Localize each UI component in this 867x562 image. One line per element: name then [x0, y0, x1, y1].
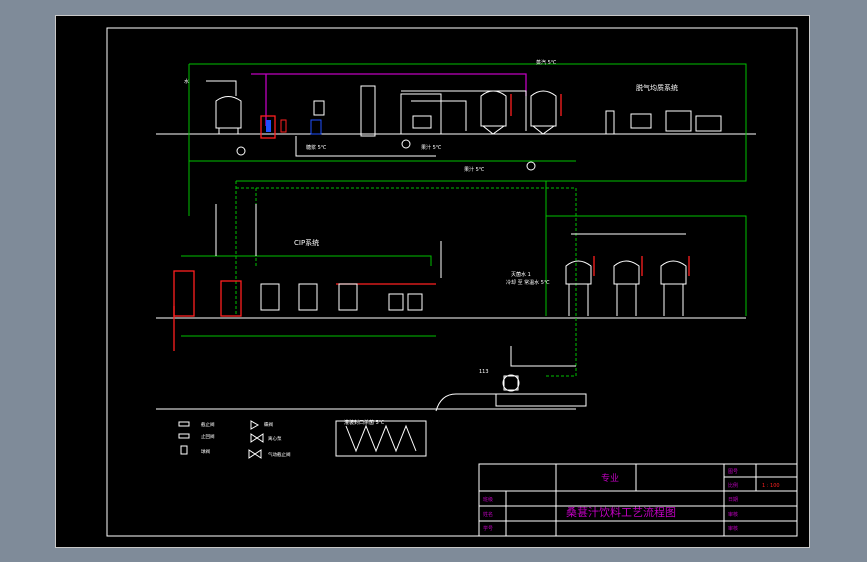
right-note-label: 灭菌水 1	[511, 271, 531, 278]
tb-audit: 审核	[728, 511, 738, 518]
tb-name: 姓名	[483, 511, 493, 518]
filling-machine	[502, 374, 520, 392]
tb-scale-value: 1 : 100	[762, 483, 780, 489]
process-flow-diagram: 水 蒸汽 5℃ 糖浆 5℃ 果汁 5℃ 果汁 5℃ 脱气均质系统 CIP系统 灭…	[106, 27, 798, 537]
main-title: 桑葚汁饮料工艺流程图	[566, 505, 676, 519]
drawing-sheet: 水 蒸汽 5℃ 糖浆 5℃ 果汁 5℃ 果汁 5℃ 脱气均质系统 CIP系统 灭…	[55, 15, 810, 548]
mid-flow-label: 果汁 5℃	[464, 166, 485, 173]
cip-system-label: CIP系统	[294, 238, 319, 247]
legend-check: 止回阀	[201, 433, 215, 440]
legend-pneumatic: 气动截止阀	[268, 451, 291, 458]
water-label: 水	[184, 78, 189, 85]
syrup-label: 糖浆 5℃	[306, 144, 327, 151]
storage-tank-2	[530, 90, 557, 135]
tb-date: 日期	[728, 497, 738, 503]
aseptic-tank-3	[660, 260, 687, 316]
legend-ball: 球阀	[201, 448, 210, 455]
steam-label: 蒸汽 5℃	[536, 59, 557, 66]
tb-top: 图号	[728, 469, 738, 475]
cip-tank-5	[407, 293, 423, 311]
cip-tank-1	[260, 283, 280, 311]
aseptic-tank-2	[613, 260, 640, 316]
storage-tank-1	[480, 90, 507, 135]
aseptic-tank-1	[565, 260, 592, 316]
bottle-label: 113	[479, 369, 489, 375]
juice-label: 果汁 5℃	[421, 144, 442, 151]
legend-gate: 截止阀	[201, 421, 215, 428]
specialty-label: 专业	[601, 472, 619, 484]
cip-tank-4	[388, 293, 404, 311]
aseptic-note-label: 冷却 至 常温水 5℃	[506, 279, 550, 286]
legend-butterfly: 蝶阀	[264, 421, 273, 428]
tb-scale-label: 比例	[728, 482, 738, 489]
tb-class: 班级	[483, 496, 493, 503]
title-block: 专业 图号 比例 1 : 100 日期 审核 审核 班级 姓名 学号 桑葚汁饮料…	[478, 463, 798, 537]
top-section: 水 蒸汽 5℃ 糖浆 5℃ 果汁 5℃ 果汁 5℃ 脱气均质系统	[156, 59, 756, 216]
raw-material-tank	[215, 96, 242, 134]
tb-review: 审核	[728, 525, 738, 532]
cip-tank-3	[338, 283, 358, 311]
degas-system-label: 脱气均质系统	[636, 83, 678, 92]
middle-section: CIP系统 灭菌水 1 冷却 至 常温水 5℃	[156, 181, 747, 377]
mix-tank	[400, 93, 442, 135]
filling-label: 灌装封口杀菌 5℃	[344, 419, 385, 426]
legend-pump: 离心泵	[268, 435, 282, 442]
inner-border	[106, 27, 798, 537]
bottom-section: 113 灌装封口杀菌 5℃ 截止阀 止回阀 球阀 蝶阀 离心泵 气动截止阀	[156, 346, 587, 459]
legend: 截止阀 止回阀 球阀 蝶阀 离心泵 气动截止阀	[178, 420, 291, 459]
sterilizer-tunnel	[335, 420, 427, 457]
cip-tank-2	[298, 283, 318, 311]
tb-student: 学号	[483, 525, 493, 532]
